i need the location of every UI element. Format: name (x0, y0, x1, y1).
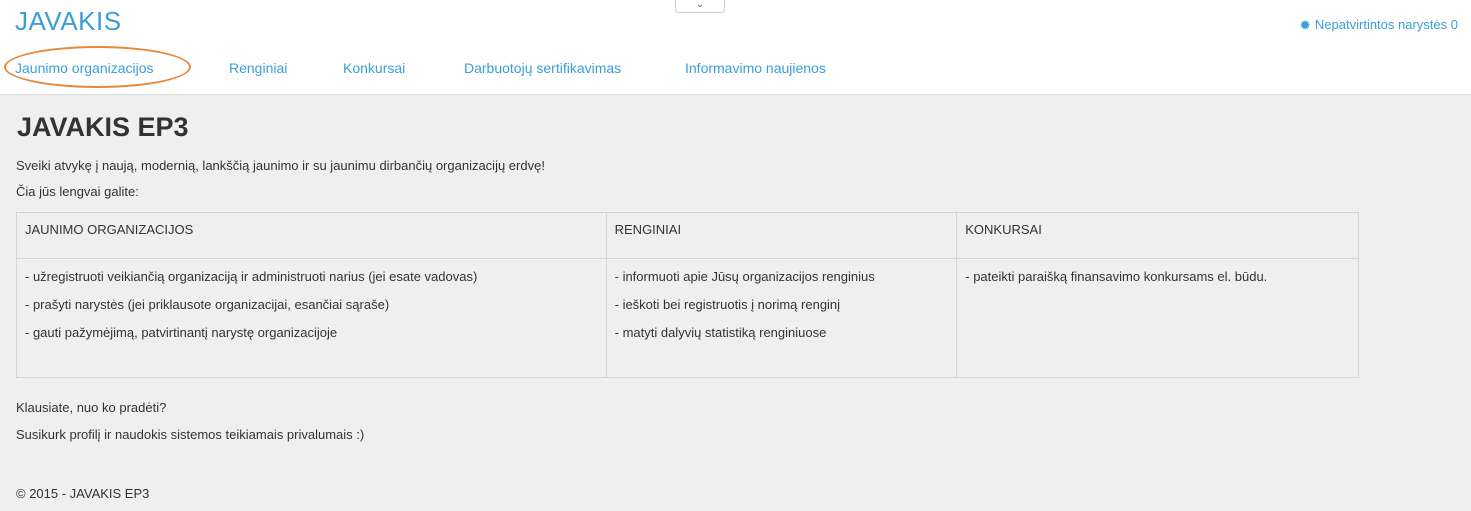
list-item: - ieškoti bei registruotis į norimą reng… (614, 297, 841, 312)
table-row: - užregistruoti veikiančią organizaciją … (16, 258, 1359, 378)
list-item: - gauti pažymėjimą, patvirtinantį naryst… (25, 325, 338, 340)
unconfirmed-memberships-link[interactable]: ✹ Nepatvirtintos narystės 0 (1299, 17, 1458, 32)
nav-item-renginiai[interactable]: Renginiai (229, 60, 287, 76)
welcome-text: Sveiki atvykę į naują, modernią, lankšči… (16, 158, 545, 173)
list-item: - informuoti apie Jūsų organizacijos ren… (614, 269, 875, 284)
nav-item-darbuotoju-sertifikavimas[interactable]: Darbuotojų sertifikavimas (464, 60, 621, 76)
question-text: Klausiate, nuo ko pradėti? (16, 400, 167, 415)
table-header-row: JAUNIMO ORGANIZACIJOS RENGINIAI KONKURSA… (16, 212, 1359, 259)
list-item: - matyti dalyvių statistiką renginiuose (614, 325, 827, 340)
footer-copyright: © 2015 - JAVAKIS EP3 (16, 486, 150, 501)
collapse-toggle[interactable]: ⌄ (675, 0, 725, 13)
gear-icon: ✹ (1299, 16, 1311, 33)
nav-item-konkursai[interactable]: Konkursai (343, 60, 405, 76)
table-header: JAUNIMO ORGANIZACIJOS (16, 212, 607, 259)
cta-text: Susikurk profilį ir naudokis sistemos te… (16, 427, 365, 442)
intro-text: Čia jūs lengvai galite: (16, 184, 139, 199)
table-header: RENGINIAI (605, 212, 958, 259)
table-header: KONKURSAI (956, 212, 1359, 259)
table-cell-organizations: - užregistruoti veikiančią organizaciją … (16, 258, 607, 378)
unconfirmed-memberships-label: Nepatvirtintos narystės 0 (1314, 17, 1458, 32)
features-table: JAUNIMO ORGANIZACIJOS RENGINIAI KONKURSA… (16, 212, 1359, 378)
nav-item-jaunimo-organizacijos[interactable]: Jaunimo organizacijos (15, 60, 154, 76)
list-item: - pateikti paraišką finansavimo konkursa… (965, 269, 1268, 284)
page-title: JAVAKIS EP3 (17, 112, 189, 142)
top-header: JAVAKIS ⌄ ✹ Nepatvirtintos narystės 0 Ja… (0, 0, 1471, 95)
chevron-down-icon: ⌄ (695, 0, 705, 10)
list-item: - prašyti narystės (jei priklausote orga… (25, 297, 390, 312)
nav-item-informavimo-naujienos[interactable]: Informavimo naujienos (685, 60, 826, 76)
table-cell-events: - informuoti apie Jūsų organizacijos ren… (605, 258, 958, 378)
brand-logo[interactable]: JAVAKIS (15, 6, 122, 37)
table-cell-competitions: - pateikti paraišką finansavimo konkursa… (956, 258, 1359, 378)
list-item: - užregistruoti veikiančią organizaciją … (25, 269, 478, 284)
